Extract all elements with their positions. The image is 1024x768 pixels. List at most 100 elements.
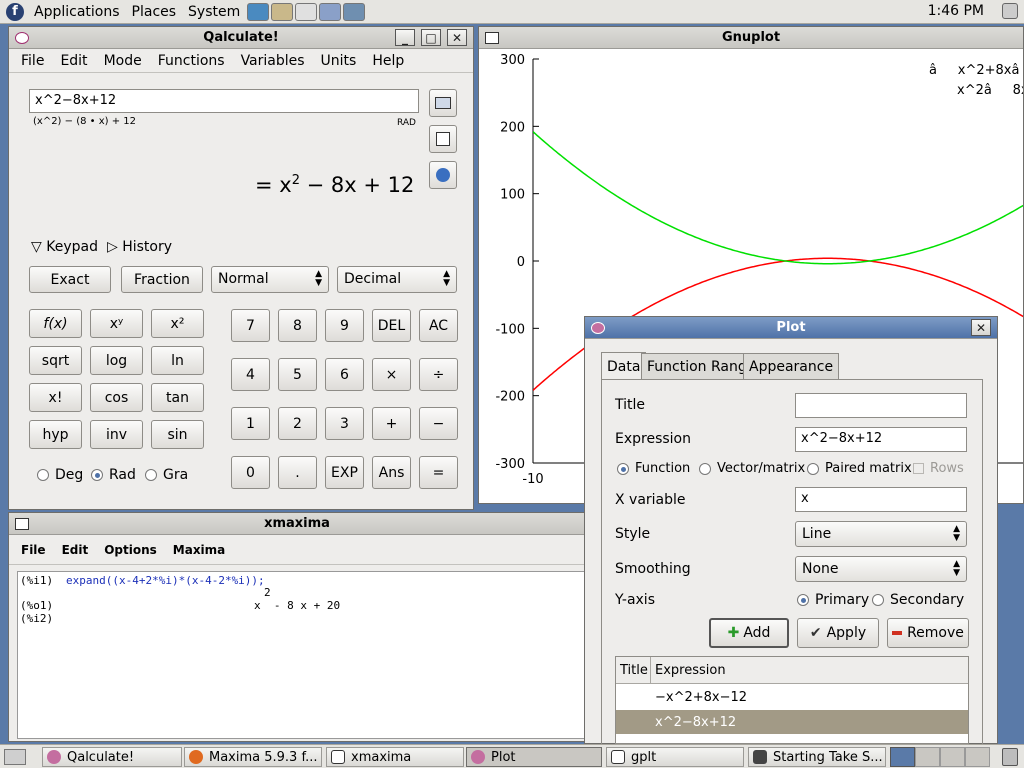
workspace-1[interactable] [890,747,915,767]
apply-button[interactable]: ✔ Apply [797,618,879,648]
minimize-button[interactable]: _ [395,29,415,46]
key-cos[interactable]: cos [90,383,143,412]
key-ac[interactable]: AC [419,309,458,342]
key-dot[interactable]: . [278,456,317,489]
key-minus[interactable]: − [419,407,458,440]
window-menu-icon[interactable] [485,31,499,44]
presentation-launcher-icon[interactable] [319,2,342,21]
column-header-title[interactable]: Title [616,657,651,683]
key-8[interactable]: 8 [278,309,317,342]
tab-data[interactable]: Data [601,352,647,380]
title-input[interactable] [795,393,967,418]
menu-variables[interactable]: Variables [241,53,305,69]
qalculate-app-icon[interactable] [15,31,29,44]
key-5[interactable]: 5 [278,358,317,391]
task-plot[interactable]: Plot [466,747,602,767]
menu-system[interactable]: System [182,0,246,24]
expression-input[interactable]: x^2−8x+12 [29,89,419,113]
store-button[interactable] [429,125,457,153]
key-factorial[interactable]: x! [29,383,82,412]
task-take-screenshot[interactable]: Starting Take S... [748,747,886,767]
key-fx[interactable]: f(x) [29,309,82,338]
key-7[interactable]: 7 [231,309,270,342]
rad-radio[interactable]: Rad [91,467,136,483]
gnuplot-titlebar[interactable]: Gnuplot [479,27,1023,49]
convert-button[interactable] [429,161,457,189]
key-sin[interactable]: sin [151,420,204,449]
table-row[interactable]: −x^2+8x−12 [616,684,968,710]
key-3[interactable]: 3 [325,407,364,440]
task-gplt[interactable]: gplt [606,747,744,767]
menu-file[interactable]: File [21,543,46,557]
spreadsheet-launcher-icon[interactable] [343,2,366,21]
key-plus[interactable]: + [372,407,411,440]
key-2[interactable]: 2 [278,407,317,440]
display-mode-combo[interactable]: Normal ▲ ▼ [211,266,329,293]
menu-places[interactable]: Places [126,0,183,24]
key-1[interactable]: 1 [231,407,270,440]
primary-radio[interactable]: Primary [797,592,869,608]
menu-edit[interactable]: Edit [60,53,87,69]
menu-applications[interactable]: Applications [28,0,126,24]
add-button[interactable]: ✚ Add [709,618,789,648]
menu-maxima[interactable]: Maxima [173,543,226,557]
exact-button[interactable]: Exact [29,266,111,293]
task-xmaxima[interactable]: xmaxima [326,747,464,767]
deg-radio[interactable]: Deg [37,467,83,483]
workspace-3[interactable] [940,747,965,767]
fraction-button[interactable]: Fraction [121,266,203,293]
key-power[interactable]: xʸ [90,309,143,338]
maximize-button[interactable]: □ [421,29,441,46]
gra-radio[interactable]: Gra [145,467,188,483]
window-menu-icon[interactable] [15,517,29,530]
vector-matrix-radio[interactable]: Vector/matrix [699,461,805,476]
remove-button[interactable]: Remove [887,618,969,648]
key-tan[interactable]: tan [151,383,204,412]
paired-matrix-radio[interactable]: Paired matrix [807,461,912,476]
key-log[interactable]: log [90,346,143,375]
rows-checkbox[interactable]: Rows [913,461,964,476]
show-desktop-icon[interactable] [4,749,26,765]
fedora-logo-icon[interactable]: f [6,2,24,21]
qalculate-titlebar[interactable]: Qalculate! _ □ ✕ [9,27,473,49]
clock[interactable]: 1:46 PM [928,3,984,19]
menu-functions[interactable]: Functions [158,53,225,69]
plot-titlebar[interactable]: Plot ✕ [585,317,997,339]
style-combo[interactable]: Line ▲ ▼ [795,521,967,547]
key-inv[interactable]: inv [90,420,143,449]
xmaxima-titlebar[interactable]: xmaxima [9,513,585,535]
task-qalculate[interactable]: Qalculate! [42,747,182,767]
key-0[interactable]: 0 [231,456,270,489]
menu-file[interactable]: File [21,53,44,69]
key-sqrt[interactable]: sqrt [29,346,82,375]
column-header-expression[interactable]: Expression [651,657,730,683]
close-button[interactable]: ✕ [971,319,991,336]
qalculate-app-icon[interactable] [591,321,605,334]
history-expander[interactable]: ▷ History [107,239,172,255]
task-maxima[interactable]: Maxima 5.9.3 f... [184,747,322,767]
table-row-selected[interactable]: x^2−8x+12 [616,710,968,734]
keypad-expander[interactable]: ▽ Keypad [31,239,98,255]
tab-appearance[interactable]: Appearance [743,353,840,379]
menu-edit[interactable]: Edit [62,543,89,557]
smoothing-combo[interactable]: None ▲ ▼ [795,556,967,582]
workspace-4[interactable] [965,747,990,767]
workspace-switcher[interactable] [890,747,990,767]
close-button[interactable]: ✕ [447,29,467,46]
execute-button[interactable] [429,89,457,117]
maxima-console[interactable]: (%i1) expand((x-4+2*%i)*(x-4-2*%i)); 2 (… [17,571,587,739]
menu-help[interactable]: Help [372,53,404,69]
key-square[interactable]: x² [151,309,204,338]
key-multiply[interactable]: × [372,358,411,391]
workspace-2[interactable] [915,747,940,767]
key-6[interactable]: 6 [325,358,364,391]
x-variable-input[interactable]: x [795,487,967,512]
menu-units[interactable]: Units [321,53,357,69]
menu-mode[interactable]: Mode [104,53,142,69]
volume-icon[interactable] [1002,3,1018,19]
key-ln[interactable]: ln [151,346,204,375]
key-divide[interactable]: ÷ [419,358,458,391]
secondary-radio[interactable]: Secondary [872,592,964,608]
trash-icon[interactable] [1002,748,1018,766]
key-ans[interactable]: Ans [372,456,411,489]
